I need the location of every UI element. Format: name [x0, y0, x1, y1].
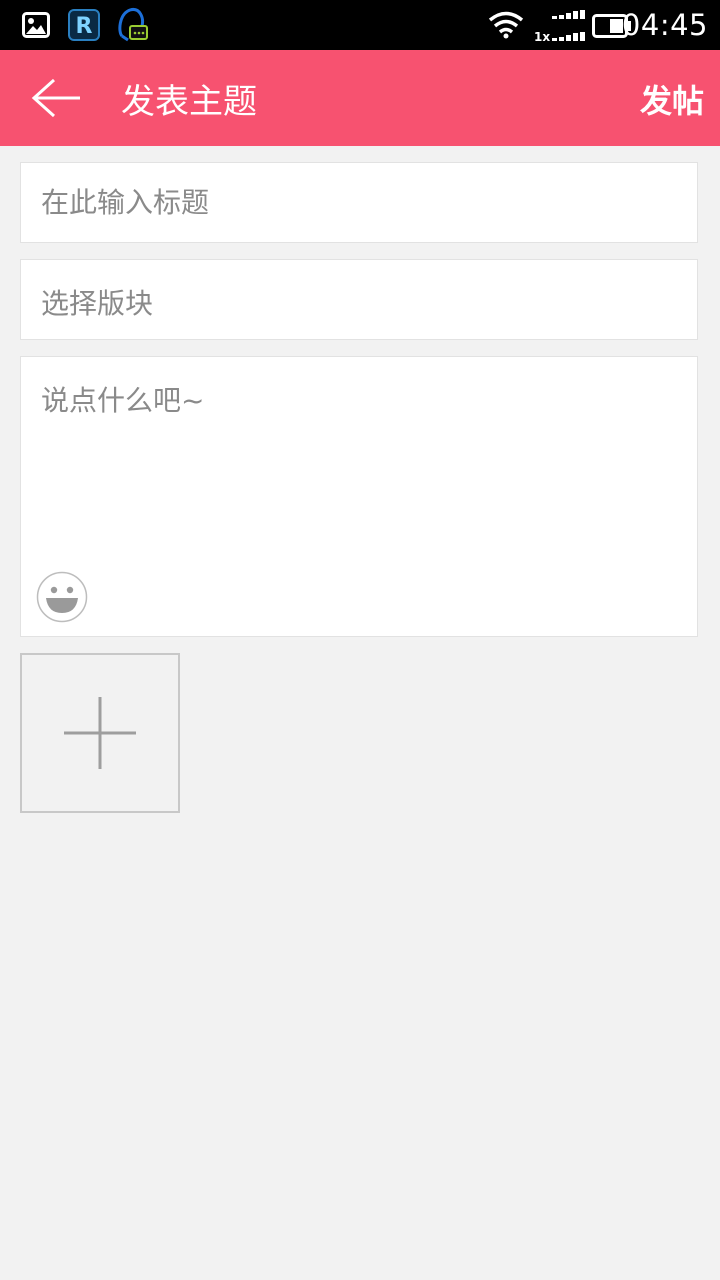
- title-field: [20, 162, 698, 243]
- gallery-icon: [22, 12, 50, 38]
- app-bar: 发表主题 发帖: [0, 50, 720, 146]
- post-button[interactable]: 发帖: [640, 76, 704, 122]
- qq-message-icon: [118, 8, 148, 42]
- content-input[interactable]: [21, 357, 697, 557]
- section-selector-label: 选择版块: [41, 287, 154, 320]
- status-time: 04:45: [621, 8, 708, 42]
- status-bar: R 1x 04:45: [0, 0, 720, 50]
- title-input[interactable]: [21, 163, 697, 242]
- r-app-icon: R: [68, 9, 100, 41]
- section-selector[interactable]: 选择版块: [20, 259, 698, 340]
- svg-text:1x: 1x: [534, 30, 550, 44]
- emoji-button[interactable]: [36, 571, 88, 623]
- content-field: [20, 356, 698, 637]
- add-image-button[interactable]: [20, 653, 180, 813]
- back-arrow-icon: [31, 78, 80, 118]
- back-button[interactable]: [24, 68, 88, 128]
- page-title: 发表主题: [121, 82, 257, 122]
- signal-icon: 1x: [534, 10, 585, 44]
- svg-text:R: R: [76, 14, 93, 39]
- emoji-smile-icon: [36, 571, 88, 623]
- wifi-icon: [488, 11, 524, 39]
- plus-icon: [64, 697, 136, 769]
